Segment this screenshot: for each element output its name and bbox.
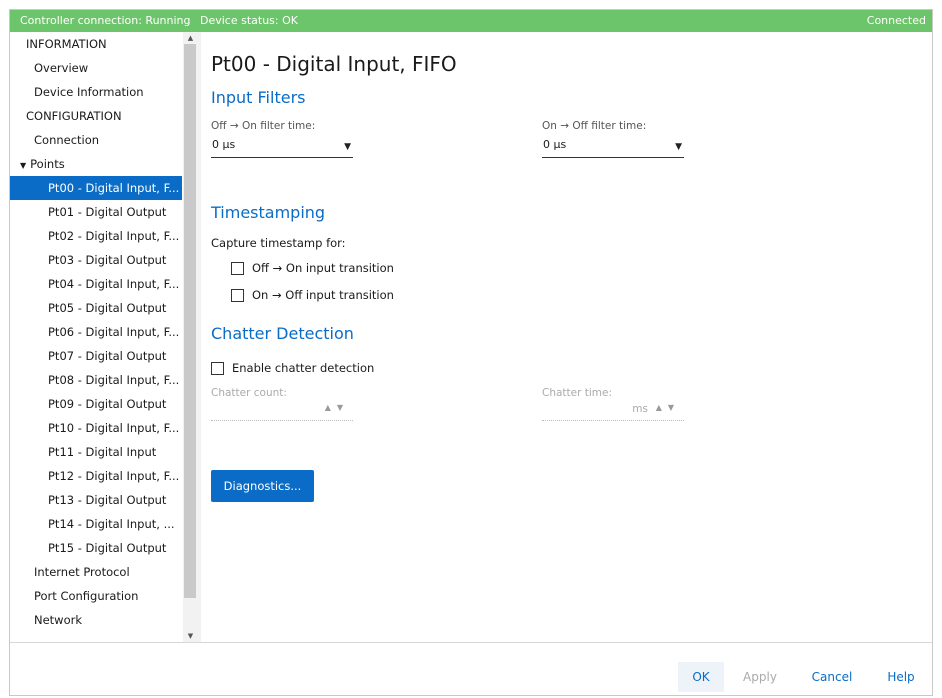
dropdown-caret-icon: ▼ — [675, 142, 682, 152]
sidebar-item-connection[interactable]: Connection — [10, 128, 182, 152]
ok-button[interactable]: OK — [678, 662, 724, 692]
page-title: Pt00 - Digital Input, FIFO — [211, 52, 457, 76]
sidebar-header-information: INFORMATION — [26, 37, 107, 51]
sidebar-item-pt05[interactable]: Pt05 - Digital Output — [10, 296, 182, 320]
sidebar-item-internet-protocol[interactable]: Internet Protocol — [10, 560, 182, 584]
scroll-down-arrow-icon[interactable]: ▼ — [183, 630, 198, 642]
sidebar-item-pt07[interactable]: Pt07 - Digital Output — [10, 344, 182, 368]
sidebar-item-pt11[interactable]: Pt11 - Digital Input — [10, 440, 182, 464]
on-off-filter-dropdown[interactable]: 0 µs ▼ — [542, 136, 684, 158]
enable-chatter-label: Enable chatter detection — [232, 361, 375, 375]
on-off-transition-checkbox[interactable]: On → Off input transition — [231, 286, 394, 304]
sidebar-item-overview[interactable]: Overview — [10, 56, 182, 80]
checkbox-icon[interactable] — [231, 261, 244, 275]
help-button[interactable]: Help — [881, 662, 921, 692]
sidebar-item-port-configuration[interactable]: Port Configuration — [10, 584, 182, 608]
sidebar-item-pt01[interactable]: Pt01 - Digital Output — [10, 200, 182, 224]
cancel-button[interactable]: Cancel — [807, 662, 857, 692]
sidebar-item-network[interactable]: Network — [10, 608, 182, 632]
chatter-time-spinner[interactable]: ms ▲▼ — [542, 401, 684, 421]
sidebar-item-device-information[interactable]: Device Information — [10, 80, 182, 104]
status-bar: Controller connection: Running Device st… — [10, 10, 932, 32]
chatter-count-spinner[interactable]: ▲▼ — [211, 401, 353, 421]
off-on-filter-dropdown[interactable]: 0 µs ▼ — [211, 136, 353, 158]
on-off-filter-value: 0 µs — [543, 138, 567, 151]
sidebar-navigation: INFORMATION Overview Device Information … — [10, 32, 201, 642]
off-on-filter-value: 0 µs — [212, 138, 236, 151]
sidebar-item-pt00[interactable]: Pt00 - Digital Input, F... — [10, 176, 182, 200]
off-on-transition-checkbox[interactable]: Off → On input transition — [231, 259, 394, 277]
timestamping-heading: Timestamping — [211, 203, 326, 222]
sidebar-item-pt04[interactable]: Pt04 - Digital Input, F... — [10, 272, 182, 296]
sidebar-item-pt02[interactable]: Pt02 - Digital Input, F... — [10, 224, 182, 248]
chatter-time-unit: ms — [632, 403, 648, 415]
sidebar-item-pt10[interactable]: Pt10 - Digital Input, F... — [10, 416, 182, 440]
sidebar-item-pt13[interactable]: Pt13 - Digital Output — [10, 488, 182, 512]
sidebar-item-pt12[interactable]: Pt12 - Digital Input, F... — [10, 464, 182, 488]
chatter-detection-heading: Chatter Detection — [211, 324, 354, 343]
sidebar-scrollbar[interactable]: ▲ ▼ — [183, 32, 201, 642]
device-status: Device status: OK — [200, 14, 298, 27]
chatter-time-label: Chatter time: — [542, 387, 613, 399]
expand-triangle-icon[interactable]: ▼ — [20, 161, 26, 170]
on-off-transition-label: On → Off input transition — [252, 288, 394, 302]
sidebar-item-pt08[interactable]: Pt08 - Digital Input, F... — [10, 368, 182, 392]
spinner-arrows-icon[interactable]: ▲▼ — [325, 403, 349, 412]
checkbox-icon[interactable] — [231, 288, 244, 302]
sidebar-item-pt06[interactable]: Pt06 - Digital Input, F... — [10, 320, 182, 344]
apply-button[interactable]: Apply — [738, 662, 782, 692]
off-on-transition-label: Off → On input transition — [252, 261, 394, 275]
scroll-up-arrow-icon[interactable]: ▲ — [183, 32, 198, 44]
main-content: Pt00 - Digital Input, FIFO Input Filters… — [201, 32, 932, 642]
sidebar-item-pt14[interactable]: Pt14 - Digital Input, ... — [10, 512, 182, 536]
sidebar-item-pt03[interactable]: Pt03 - Digital Output — [10, 248, 182, 272]
sidebar-item-pt15[interactable]: Pt15 - Digital Output — [10, 536, 182, 560]
capture-timestamp-label: Capture timestamp for: — [211, 236, 346, 250]
enable-chatter-checkbox[interactable]: Enable chatter detection — [211, 359, 374, 377]
chatter-count-label: Chatter count: — [211, 387, 287, 399]
on-off-filter-label: On → Off filter time: — [542, 120, 647, 132]
input-filters-heading: Input Filters — [211, 88, 306, 107]
spinner-arrows-icon[interactable]: ▲▼ — [656, 403, 680, 412]
sidebar-item-points[interactable]: ▼ Points — [10, 152, 182, 176]
dialog-footer: OK Apply Cancel Help — [10, 642, 932, 695]
controller-connection-status: Controller connection: Running — [20, 14, 191, 27]
scrollbar-thumb[interactable] — [184, 44, 196, 598]
off-on-filter-label: Off → On filter time: — [211, 120, 316, 132]
checkbox-icon[interactable] — [211, 361, 224, 375]
connection-status: Connected — [866, 14, 926, 27]
device-config-window: Controller connection: Running Device st… — [9, 9, 933, 696]
diagnostics-button[interactable]: Diagnostics... — [211, 470, 314, 502]
dropdown-caret-icon: ▼ — [344, 142, 351, 152]
sidebar-header-configuration: CONFIGURATION — [26, 109, 122, 123]
sidebar-item-pt09[interactable]: Pt09 - Digital Output — [10, 392, 182, 416]
